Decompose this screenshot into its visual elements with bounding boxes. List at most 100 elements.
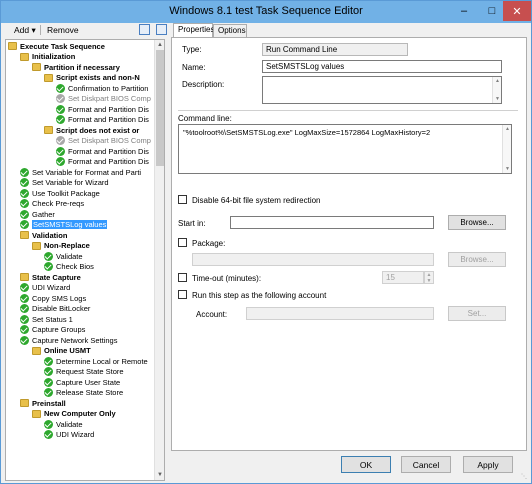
folder-icon	[20, 273, 29, 281]
tree-step[interactable]: Check Bios	[44, 262, 94, 272]
tree-item-label: Gather	[32, 209, 55, 219]
scroll-up-icon[interactable]: ▲	[157, 42, 163, 48]
disable64-checkbox[interactable]	[178, 195, 187, 204]
resize-grip-icon[interactable]: ⋱	[521, 473, 529, 481]
folder-icon	[32, 63, 41, 71]
package-checkbox[interactable]	[178, 238, 187, 247]
account-input[interactable]	[246, 307, 434, 320]
tree-item-label: Copy SMS Logs	[32, 293, 87, 303]
tree-step[interactable]: Format and Partition Dis	[56, 104, 149, 114]
tree-step[interactable]: Release State Store	[44, 388, 123, 398]
tree-step[interactable]: Capture User State	[44, 377, 120, 387]
set-account-button[interactable]: Set...	[448, 306, 506, 321]
tree-item-label: Format and Partition Dis	[68, 115, 149, 124]
description-scrollbar[interactable]: ▲ ▼	[492, 77, 501, 103]
tree-step[interactable]: Validate	[44, 419, 83, 429]
tree-step[interactable]: Confirmation to Partition	[56, 83, 148, 93]
check-icon	[20, 314, 29, 324]
tree-group[interactable]: Non-Replace	[32, 241, 90, 251]
name-input[interactable]: SetSMSTSLog values	[262, 60, 502, 73]
command-line-scrollbar[interactable]: ▲ ▼	[502, 125, 511, 173]
check-icon	[20, 178, 29, 187]
tree-step[interactable]: Gather	[20, 209, 55, 219]
timeout-input[interactable]: 15	[382, 271, 424, 284]
tree-item-label: Validate	[56, 251, 83, 261]
title-bar[interactable]: Windows 8.1 test Task Sequence Editor – …	[1, 1, 531, 23]
tab-properties[interactable]: Properties	[173, 23, 214, 38]
check-icon	[56, 104, 65, 114]
maximize-button[interactable]: □	[478, 1, 506, 21]
cancel-button[interactable]: Cancel	[401, 456, 451, 473]
tree-group[interactable]: Execute Task Sequence	[8, 41, 105, 51]
tree-item-label: Release State Store	[56, 388, 124, 397]
tree-item-label: Set Variable for Wizard	[32, 178, 109, 187]
folder-icon	[44, 73, 53, 82]
ok-button[interactable]: OK	[341, 456, 391, 473]
package-input[interactable]	[192, 253, 434, 266]
run-as-checkbox[interactable]	[178, 290, 187, 299]
tree-step[interactable]: Request State Store	[44, 367, 124, 377]
tree-step[interactable]: Capture Network Settings	[20, 335, 117, 345]
move-up-icon[interactable]	[139, 24, 150, 35]
tree-item-label: Capture Network Settings	[32, 335, 118, 345]
tree-item-label: Determine Local or Remote	[56, 356, 148, 366]
tree-group[interactable]: Validation	[20, 230, 67, 240]
tree-step[interactable]: SetSMSTSLog values	[20, 220, 108, 230]
scroll-thumb[interactable]	[156, 50, 164, 166]
tree-step[interactable]: Set Diskpart BIOS Comp	[56, 136, 151, 146]
move-down-icon[interactable]	[156, 24, 167, 35]
task-sequence-tree[interactable]: ▲ ▼ Execute Task Sequence Initialization P…	[5, 39, 165, 481]
tree-step[interactable]: UDI Wizard	[44, 430, 94, 440]
tree-group[interactable]: Initialization	[20, 52, 75, 62]
tree-step[interactable]: Set Variable for Format and Parti	[20, 167, 141, 177]
tree-group[interactable]: Partition if necessary	[32, 62, 120, 72]
tree-group[interactable]: Online USMT	[32, 346, 91, 356]
tree-item-label: Script does not exist or	[56, 125, 140, 135]
check-icon	[44, 388, 53, 397]
tree-step[interactable]: Format and Partition Dis	[56, 115, 149, 125]
tree-step[interactable]: Disable BitLocker	[20, 304, 90, 314]
tree-group[interactable]: Preinstall	[20, 398, 66, 408]
close-button[interactable]: ✕	[503, 1, 531, 21]
description-label: Description:	[182, 80, 225, 89]
browse-start-in-button[interactable]: Browse...	[448, 215, 506, 230]
timeout-spinner[interactable]: ▲ ▼	[424, 271, 434, 284]
tree-item-label: Check Bios	[56, 262, 94, 271]
tree-group[interactable]: State Capture	[20, 272, 81, 282]
command-line-input[interactable]: "%toolroot%\SetSMSTSLog.exe" LogMaxSize=…	[178, 124, 512, 174]
tree-step[interactable]: Capture Groups	[20, 325, 85, 335]
tree-scrollbar[interactable]: ▲ ▼	[154, 40, 164, 480]
tree-group[interactable]: Script does not exist or	[44, 125, 139, 135]
tree-step[interactable]: UDI Wizard	[20, 283, 70, 293]
tree-step[interactable]: Set Variable for Wizard	[20, 178, 109, 188]
browse-package-button[interactable]: Browse...	[448, 252, 506, 267]
minimize-button[interactable]: –	[450, 1, 478, 21]
tree-step[interactable]: Determine Local or Remote	[44, 356, 148, 366]
check-icon	[20, 167, 29, 177]
tree-step[interactable]: Copy SMS Logs	[20, 293, 86, 303]
tree-item-label: Check Pre-reqs	[32, 199, 85, 208]
tree-step[interactable]: Check Pre-reqs	[20, 199, 84, 209]
tree-group[interactable]: New Computer Only	[32, 409, 116, 419]
tree-step[interactable]: Format and Partition Dis	[56, 146, 149, 156]
tree-step[interactable]: Format and Partition Dis	[56, 157, 149, 167]
disabled-check-icon	[56, 136, 65, 145]
start-in-input[interactable]	[230, 216, 434, 229]
scroll-down-icon[interactable]: ▼	[157, 472, 163, 478]
tree-item-label: Use Toolkit Package	[32, 188, 100, 198]
remove-button[interactable]: Remove	[47, 25, 79, 35]
apply-button[interactable]: Apply	[463, 456, 513, 473]
timeout-label: Time-out (minutes):	[192, 274, 262, 283]
tab-options[interactable]: Options	[213, 24, 247, 37]
tree-step[interactable]: Set Diskpart BIOS Comp	[56, 94, 151, 104]
description-input[interactable]: ▲ ▼	[262, 76, 502, 104]
tree-step[interactable]: Validate	[44, 251, 83, 261]
tree-item-label: Request State Store	[56, 367, 124, 376]
add-menu-button[interactable]: Add ▾	[14, 25, 36, 36]
tree-item-label: SetSMSTSLog values	[32, 220, 108, 229]
tree-group[interactable]: Script exists and non-N	[44, 73, 140, 83]
tree-item-label: Confirmation to Partition	[68, 83, 149, 93]
timeout-checkbox[interactable]	[178, 273, 187, 282]
tree-step[interactable]: Set Status 1	[20, 314, 73, 324]
tree-step[interactable]: Use Toolkit Package	[20, 188, 100, 198]
